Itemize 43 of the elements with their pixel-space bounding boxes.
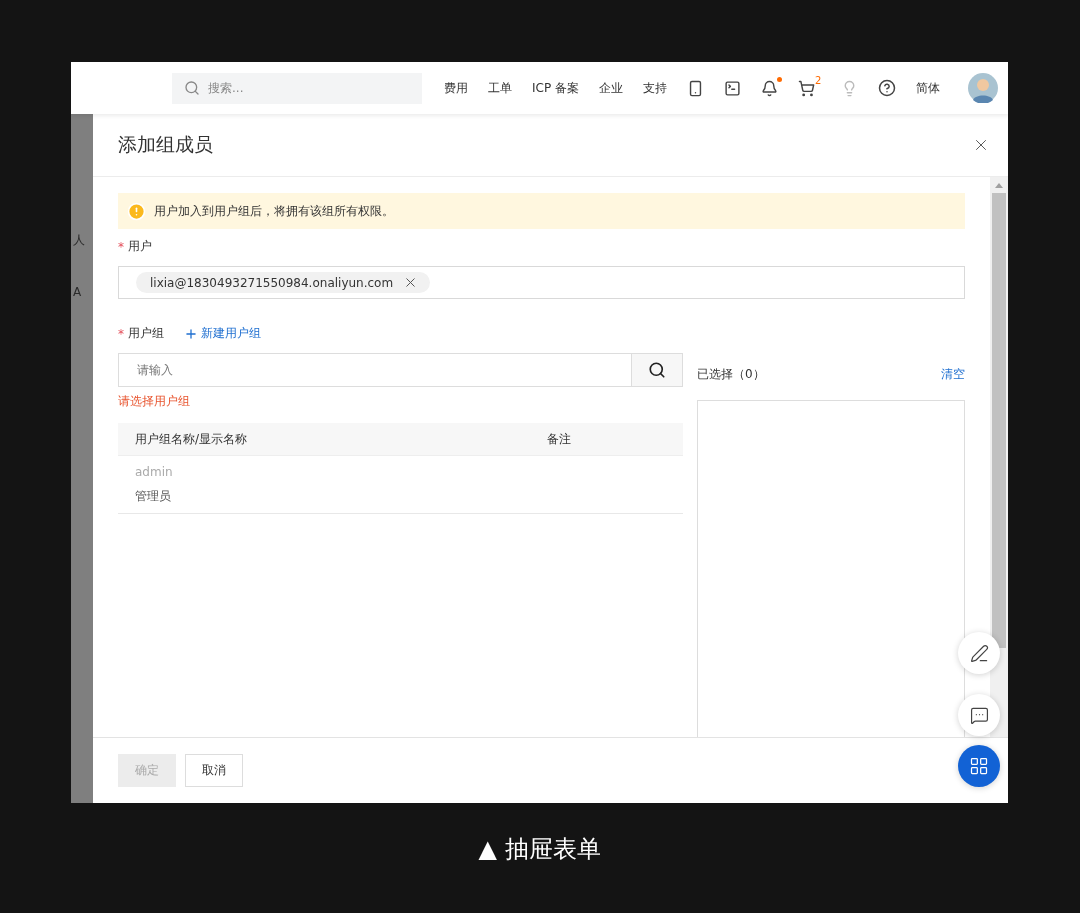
- group-search-field[interactable]: 请输入: [118, 353, 631, 387]
- cancel-button[interactable]: 取消: [185, 754, 243, 787]
- group-display-name: 管理员: [135, 487, 172, 505]
- error-message: 请选择用户组: [118, 393, 191, 410]
- user-field[interactable]: lixia@1830493271550984.onaliyun.com: [118, 266, 965, 299]
- language-link[interactable]: 简体: [916, 79, 941, 97]
- drawer-title: 添加组成员: [118, 132, 213, 157]
- clear-link[interactable]: 清空: [941, 366, 965, 383]
- field-label: 用户组: [128, 325, 164, 342]
- background-text: 人: [73, 232, 86, 249]
- create-group-link[interactable]: 新建用户组: [184, 325, 261, 342]
- group-name: admin: [135, 464, 174, 479]
- grid-icon: [969, 756, 989, 776]
- chat-bubble-icon: [969, 705, 989, 725]
- help-icon[interactable]: [878, 79, 897, 97]
- alert-text: 用户加入到用户组后，将拥有该组所有权限。: [154, 202, 394, 220]
- column-header: 用户组名称/显示名称: [134, 430, 249, 448]
- search-button[interactable]: [631, 353, 683, 387]
- column-header: 备注: [546, 430, 572, 448]
- terminal-icon[interactable]: [723, 79, 741, 97]
- pen-icon: [969, 643, 989, 663]
- cart-icon[interactable]: [797, 79, 815, 97]
- field-label: 用户: [128, 238, 152, 255]
- avatar[interactable]: [968, 73, 998, 103]
- search-placeholder: 搜索...: [208, 79, 244, 97]
- table-row[interactable]: admin 管理员: [118, 456, 683, 514]
- nav-link[interactable]: 支持: [642, 79, 667, 97]
- tag-text: lixia@1830493271550984.onaliyun.com: [150, 275, 394, 290]
- search-icon: [184, 80, 200, 96]
- search-icon: [648, 361, 666, 379]
- nav-link[interactable]: 企业: [598, 79, 623, 97]
- background-text: A: [73, 285, 83, 299]
- caption: ▲ 抽屉表单: [478, 834, 601, 865]
- nav-link[interactable]: ICP 备案: [532, 79, 579, 97]
- nav-link[interactable]: 费用: [444, 79, 468, 97]
- warning-icon: [127, 201, 146, 221]
- selected-count: 已选择（0）: [697, 366, 765, 383]
- cart-count: 2: [814, 74, 822, 86]
- required-mark: *: [118, 239, 124, 254]
- scrollbar[interactable]: [990, 177, 1008, 737]
- nav-link[interactable]: 工单: [488, 79, 512, 97]
- required-mark: *: [118, 326, 124, 341]
- plus-icon: [184, 326, 198, 341]
